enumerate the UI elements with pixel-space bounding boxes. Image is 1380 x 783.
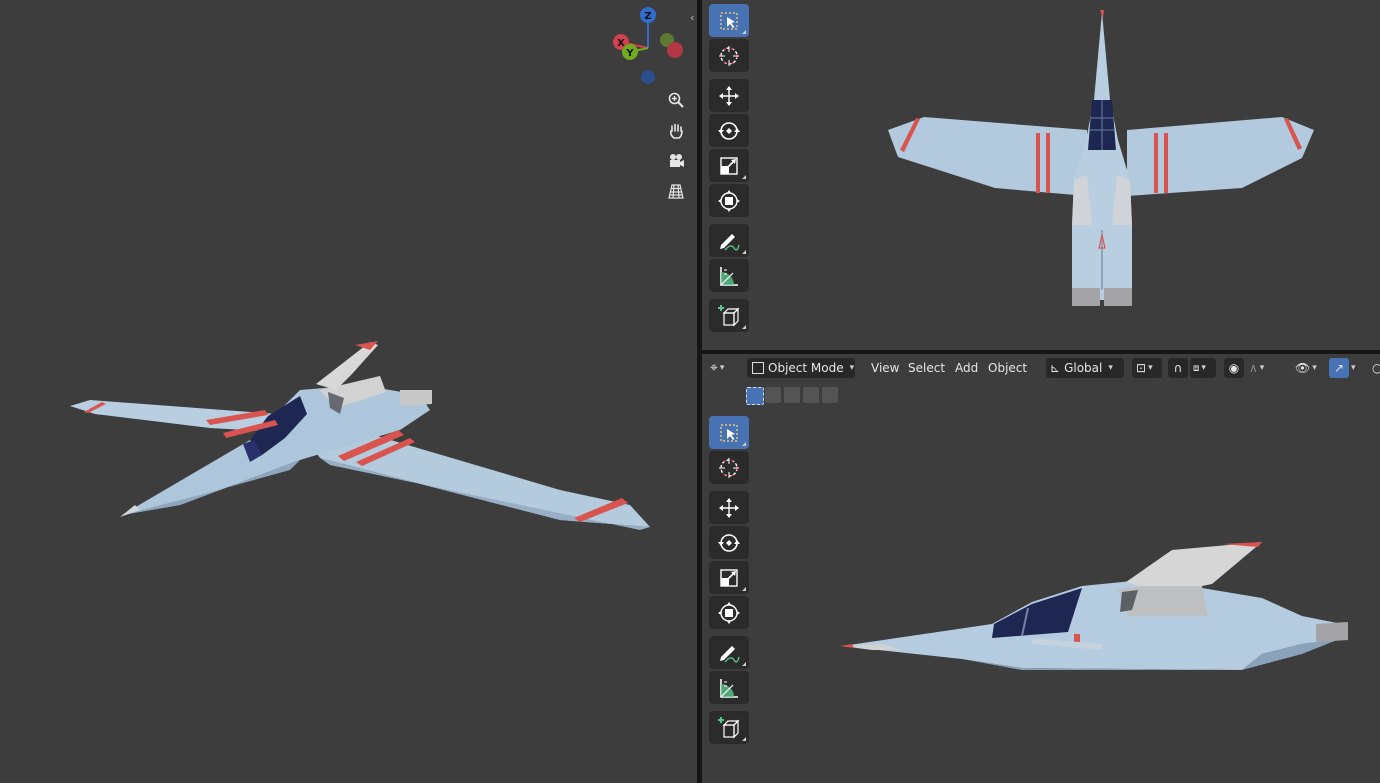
scale-tool[interactable] — [709, 561, 749, 594]
transform-tool[interactable] — [709, 596, 749, 629]
cursor-tool[interactable] — [709, 451, 749, 484]
add-cube-tool[interactable] — [709, 711, 749, 744]
rotate-tool[interactable] — [709, 114, 749, 147]
cursor-icon — [718, 44, 740, 67]
ship-model-perspective[interactable] — [0, 0, 697, 783]
annotate-icon — [719, 232, 740, 251]
annotate-icon — [719, 644, 740, 663]
viewport-perspective[interactable]: Z X Y ‹ — [0, 0, 697, 783]
measure-icon — [720, 265, 739, 286]
rotate-icon — [717, 533, 741, 552]
ship-model-top[interactable] — [702, 0, 1380, 350]
cursor-icon — [718, 456, 740, 479]
annotate-tool[interactable] — [709, 224, 749, 257]
measure-tool[interactable] — [709, 259, 749, 292]
add-cube-tool[interactable] — [709, 299, 749, 332]
axis-gizmo[interactable]: Z X Y — [605, 5, 695, 95]
transform-icon — [717, 600, 741, 625]
move-icon — [718, 496, 740, 519]
move-tool[interactable] — [709, 491, 749, 524]
grid-view-icon[interactable] — [663, 178, 689, 204]
camera-icon[interactable] — [663, 148, 689, 174]
add-cube-icon — [717, 715, 739, 738]
select-box-tool[interactable] — [709, 4, 749, 37]
scale-icon — [720, 568, 738, 587]
move-tool[interactable] — [709, 79, 749, 112]
viewport-side[interactable]: ⌖ ▾ Object Mode ▾ View Select Add Object … — [702, 354, 1380, 783]
hand-pan-icon[interactable] — [663, 118, 689, 144]
rotate-icon — [717, 121, 741, 140]
annotate-tool[interactable] — [709, 636, 749, 669]
axis-z-label: Z — [644, 11, 651, 22]
cursor-tool[interactable] — [709, 39, 749, 72]
axis-y-label: Y — [625, 48, 634, 59]
transform-tool[interactable] — [709, 184, 749, 217]
scale-icon — [720, 156, 738, 175]
collapse-arrow-icon[interactable]: ‹ — [690, 11, 694, 24]
measure-tool[interactable] — [709, 671, 749, 704]
viewport-top[interactable] — [702, 0, 1380, 350]
scale-tool[interactable] — [709, 149, 749, 182]
move-icon — [718, 84, 740, 107]
select-box-icon — [720, 11, 738, 30]
ship-model-side[interactable] — [702, 354, 1380, 783]
add-cube-icon — [717, 303, 739, 326]
zoom-icon[interactable] — [663, 87, 689, 113]
select-box-tool[interactable] — [709, 416, 749, 449]
transform-icon — [717, 188, 741, 213]
rotate-tool[interactable] — [709, 526, 749, 559]
measure-icon — [720, 677, 739, 698]
select-box-icon — [720, 423, 738, 442]
